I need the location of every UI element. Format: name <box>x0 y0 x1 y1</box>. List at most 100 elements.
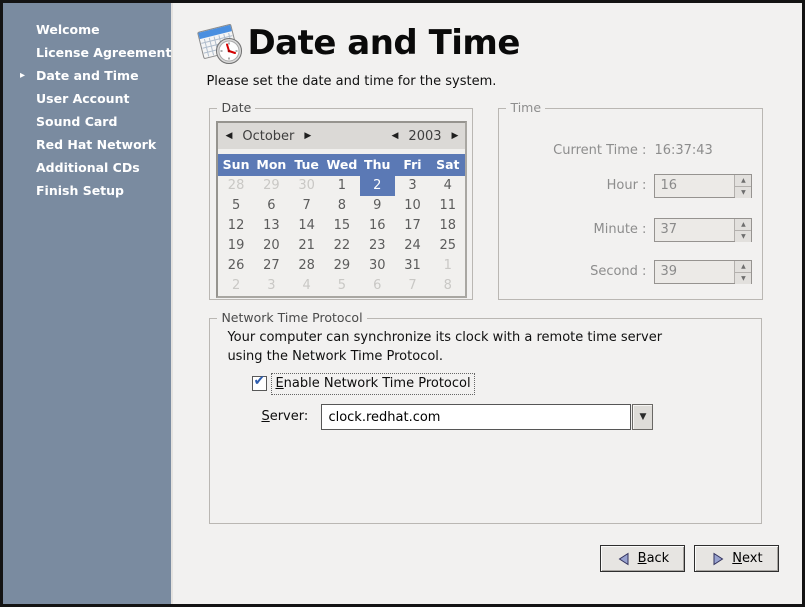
active-step-arrow-icon: ▸ <box>20 64 25 87</box>
calendar-day-cell[interactable]: 25 <box>430 236 465 256</box>
calendar-day-cell[interactable]: 29 <box>254 176 289 196</box>
second-spin-up-icon: ▲ <box>735 261 751 273</box>
calendar-day-cell[interactable]: 29 <box>324 256 359 276</box>
calendar-day-cell[interactable]: 14 <box>289 216 324 236</box>
minute-label: Minute : <box>499 222 646 237</box>
day-header-fri: Fri <box>395 154 430 176</box>
calendar-day-cell[interactable]: 30 <box>289 176 324 196</box>
calendar-day-cell[interactable]: 3 <box>395 176 430 196</box>
calendar-day-cell[interactable]: 24 <box>395 236 430 256</box>
calendar-day-cell[interactable]: 1 <box>430 256 465 276</box>
minute-spin-down-icon: ▼ <box>735 231 751 242</box>
calendar-day-cell[interactable]: 11 <box>430 196 465 216</box>
sidebar: WelcomeLicense Agreement▸Date and TimeUs… <box>3 3 173 604</box>
prev-year-button[interactable]: ◀ <box>392 123 399 149</box>
day-header-tue: Tue <box>289 154 324 176</box>
calendar-day-cell[interactable]: 6 <box>360 276 395 296</box>
sidebar-item-label: Date and Time <box>36 68 139 83</box>
second-value: 39 <box>655 261 734 283</box>
sidebar-step-list: WelcomeLicense Agreement▸Date and TimeUs… <box>3 18 171 202</box>
sidebar-item-label: License Agreement <box>36 45 171 60</box>
ntp-server-input[interactable] <box>321 404 631 430</box>
enable-ntp-checkbox[interactable]: ✔ <box>252 376 267 391</box>
calendar-widget: ◀ October ▶ ◀ 2003 ▶ SunMonTueWedThuFriS… <box>216 121 467 298</box>
calendar-day-cell[interactable]: 26 <box>218 256 253 276</box>
day-header-mon: Mon <box>254 154 289 176</box>
calendar-day-cell[interactable]: 7 <box>289 196 324 216</box>
calendar-day-cell[interactable]: 4 <box>430 176 465 196</box>
calendar-nav: ◀ October ▶ ◀ 2003 ▶ <box>218 123 465 149</box>
calendar-day-cell[interactable]: 20 <box>254 236 289 256</box>
calendar-day-grid: 2829301234567891011121314151617181920212… <box>218 176 465 296</box>
calendar-day-cell[interactable]: 6 <box>254 196 289 216</box>
main-content: Date and Time Please set the date and ti… <box>173 3 802 604</box>
hour-spin-up-icon: ▲ <box>735 175 751 187</box>
next-arrow-icon <box>711 552 725 566</box>
page-title: Date and Time <box>247 23 519 63</box>
prev-month-button[interactable]: ◀ <box>225 123 232 149</box>
calendar-day-cell[interactable]: 28 <box>289 256 324 276</box>
ntp-frame: Network Time Protocol Your computer can … <box>209 318 762 524</box>
next-year-button[interactable]: ▶ <box>452 123 459 149</box>
chevron-down-icon: ▼ <box>639 412 646 422</box>
day-header-sat: Sat <box>430 154 465 176</box>
date-frame-legend: Date <box>217 100 255 115</box>
page-subtitle: Please set the date and time for the sys… <box>206 74 496 89</box>
enable-ntp-label[interactable]: Enable Network Time Protocol <box>271 373 474 395</box>
calendar-day-cell[interactable]: 19 <box>218 236 253 256</box>
sidebar-item-label: Sound Card <box>36 114 117 129</box>
calendar-day-cell[interactable]: 4 <box>289 276 324 296</box>
current-time-label: Current Time : <box>499 143 646 158</box>
calendar-day-cell[interactable]: 5 <box>324 276 359 296</box>
sidebar-item-label: Red Hat Network <box>36 137 156 152</box>
calendar-year-label: 2003 <box>408 129 441 144</box>
calendar-day-cell[interactable]: 23 <box>360 236 395 256</box>
calendar-day-cell[interactable]: 15 <box>324 216 359 236</box>
date-frame: Date ◀ October ▶ ◀ 2003 ▶ SunMonTueWedTh… <box>209 108 473 300</box>
calendar-day-cell[interactable]: 5 <box>218 196 253 216</box>
calendar-month-label: October <box>242 129 294 144</box>
hour-value: 16 <box>655 175 734 197</box>
calendar-day-cell[interactable]: 28 <box>218 176 253 196</box>
sidebar-item-license-agreement: License Agreement <box>3 41 171 64</box>
calendar-day-cell[interactable]: 27 <box>254 256 289 276</box>
calendar-day-cell[interactable]: 7 <box>395 276 430 296</box>
calendar-day-cell[interactable]: 30 <box>360 256 395 276</box>
calendar-day-cell[interactable]: 8 <box>324 196 359 216</box>
day-header-sun: Sun <box>218 154 253 176</box>
calendar-day-cell[interactable]: 21 <box>289 236 324 256</box>
sidebar-item-label: Welcome <box>36 22 100 37</box>
sidebar-item-date-and-time: ▸ Date and Time <box>3 64 171 87</box>
calendar-day-cell[interactable]: 18 <box>430 216 465 236</box>
checkmark-icon: ✔ <box>253 373 265 389</box>
back-arrow-icon <box>617 552 631 566</box>
day-header-thu: Thu <box>360 154 395 176</box>
second-spinner: 39 ▲ ▼ <box>654 260 752 284</box>
day-header-wed: Wed <box>324 154 359 176</box>
calendar-day-cell[interactable]: 22 <box>324 236 359 256</box>
calendar-day-cell[interactable]: 17 <box>395 216 430 236</box>
calendar-clock-icon <box>195 18 247 70</box>
back-button[interactable]: Back <box>600 545 685 572</box>
calendar-day-cell[interactable]: 13 <box>254 216 289 236</box>
calendar-day-cell[interactable]: 16 <box>360 216 395 236</box>
calendar-day-cell[interactable]: 10 <box>395 196 430 216</box>
calendar-day-cell[interactable]: 2 <box>218 276 253 296</box>
sidebar-item-finish-setup: Finish Setup <box>3 179 171 202</box>
sidebar-item-sound-card: Sound Card <box>3 110 171 133</box>
next-button-label: Next <box>732 551 762 566</box>
calendar-day-cell[interactable]: 3 <box>254 276 289 296</box>
ntp-server-dropdown-button[interactable]: ▼ <box>632 404 653 430</box>
sidebar-item-red-hat-network: Red Hat Network <box>3 133 171 156</box>
calendar-day-cell[interactable]: 1 <box>324 176 359 196</box>
calendar-day-cell[interactable]: 31 <box>395 256 430 276</box>
minute-spin-up-icon: ▲ <box>735 219 751 231</box>
next-month-button[interactable]: ▶ <box>304 123 311 149</box>
calendar-day-cell-selected[interactable]: 2 <box>360 176 395 196</box>
calendar-day-cell[interactable]: 9 <box>360 196 395 216</box>
sidebar-item-label: Finish Setup <box>36 183 124 198</box>
calendar-day-cell[interactable]: 8 <box>430 276 465 296</box>
next-button[interactable]: Next <box>694 545 779 572</box>
current-time-value: 16:37:43 <box>654 143 712 158</box>
calendar-day-cell[interactable]: 12 <box>218 216 253 236</box>
